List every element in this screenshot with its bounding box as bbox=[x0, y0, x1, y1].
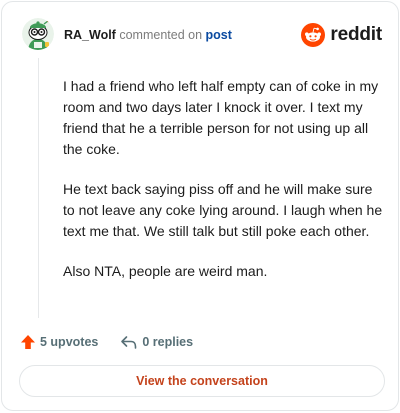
comment-paragraph: He text back saying piss off and he will… bbox=[63, 181, 383, 239]
snoo-avatar-icon bbox=[22, 18, 54, 50]
upvote-arrow-icon bbox=[21, 335, 35, 349]
reply-arrow-icon bbox=[121, 336, 137, 349]
avatar[interactable] bbox=[22, 18, 54, 50]
replies-button[interactable]: 0 replies bbox=[120, 334, 193, 350]
reply-count: 0 replies bbox=[142, 335, 194, 349]
username-link[interactable]: RA_Wolf bbox=[64, 28, 116, 42]
byline-action-text: commented on bbox=[119, 28, 203, 42]
byline: RA_Wolf commented on post bbox=[64, 28, 232, 42]
comment-body: I had a friend who left half empty can o… bbox=[63, 76, 383, 301]
reddit-logo[interactable]: reddit bbox=[301, 23, 382, 47]
comment-paragraph: Also NTA, people are weird man. bbox=[63, 263, 268, 279]
thread-line bbox=[38, 58, 39, 318]
post-link[interactable]: post bbox=[206, 28, 232, 42]
comment-actions: 5 upvotes 0 replies bbox=[20, 332, 193, 352]
comment-header: RA_Wolf commented on post reddit bbox=[22, 18, 382, 52]
upvote-count: 5 upvotes bbox=[40, 335, 99, 349]
comment-card: RA_Wolf commented on post reddit I had a… bbox=[1, 1, 399, 411]
comment-paragraph: I had a friend who left half empty can o… bbox=[63, 78, 379, 157]
upvote-button[interactable]: 5 upvotes bbox=[20, 334, 98, 350]
reddit-logo-icon bbox=[301, 23, 326, 47]
view-conversation-button[interactable]: View the conversation bbox=[19, 365, 385, 397]
reddit-wordmark: reddit bbox=[330, 24, 382, 45]
